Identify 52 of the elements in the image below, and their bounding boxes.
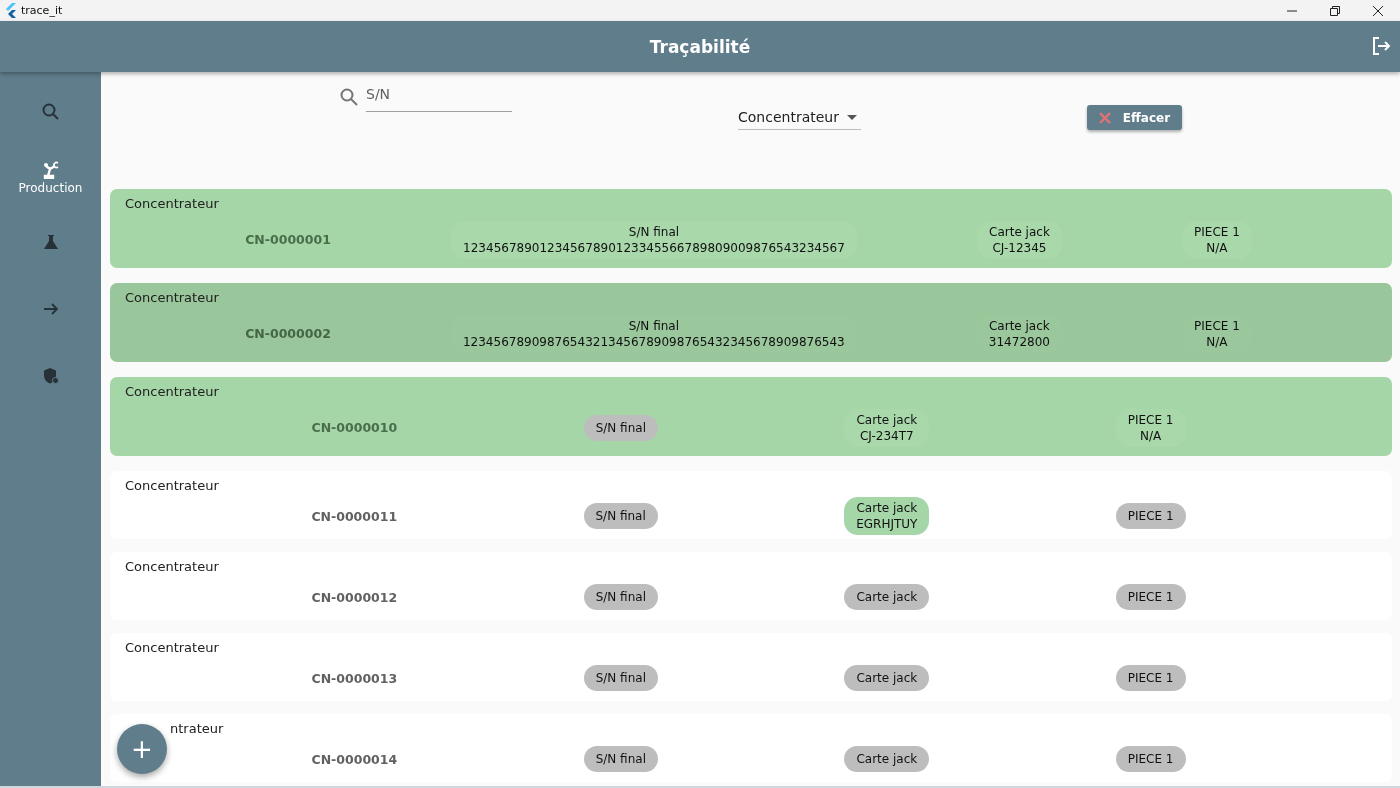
record-type: Concentrateur	[125, 640, 220, 655]
serial-number: CN-0000001	[245, 232, 331, 247]
part-chip[interactable]: S/N final	[583, 414, 658, 441]
record-type: Concentrateur	[125, 384, 220, 399]
restore-icon[interactable]	[1330, 5, 1340, 16]
serial-number: CN-0000013	[311, 670, 398, 686]
record-card[interactable]: Concentrateur CN-0000013 S/N final Carte jack PIECE 1	[110, 633, 1392, 701]
search-icon	[340, 88, 358, 106]
part-chip[interactable]: S/N final 12345678901234567890123345566789809009876543234567	[451, 220, 857, 259]
part-chip[interactable]: S/N final	[583, 584, 658, 610]
record-type: Concentrateur	[125, 559, 220, 574]
part-chip[interactable]: Carte jack	[844, 665, 930, 691]
app-title: Traçabilité	[649, 36, 751, 57]
part-chip[interactable]: PIECE 1 N/A	[1115, 408, 1186, 447]
record-type: Concentrateur	[125, 478, 220, 493]
serial-number: CN-0000011	[311, 508, 398, 524]
serial-number: CN-0000012	[311, 589, 398, 605]
type-dropdown[interactable]: Concentrateur	[738, 109, 861, 130]
record-card[interactable]: Concentrateur CN-0000011 S/N final Carte jack EGRHJTUY PIECE 1	[110, 471, 1392, 539]
serial-number: CN-0000010	[311, 420, 398, 435]
part-chip[interactable]: S/N final	[583, 665, 658, 691]
part-chip[interactable]: PIECE 1	[1115, 746, 1186, 772]
part-chip[interactable]: Carte jack CJ-12345	[977, 220, 1062, 259]
search-icon[interactable]	[40, 102, 61, 122]
part-chip[interactable]: PIECE 1	[1115, 503, 1186, 529]
part-chip[interactable]: PIECE 1 N/A	[1182, 220, 1252, 259]
logout-icon[interactable]	[1371, 36, 1391, 56]
record-type: Concentrateur	[125, 290, 220, 305]
record-card[interactable]: Concentrateur CN-0000001 S/N final 12345678901234567890123345566789809009876543234567 Carte jack CJ-12345 PIECE 1 N/A	[110, 189, 1392, 268]
record-type: Concentrateur	[125, 196, 220, 211]
part-chip[interactable]: Carte jack	[844, 584, 930, 610]
part-chip[interactable]: PIECE 1	[1115, 665, 1186, 691]
clear-button[interactable]: Effacer	[1086, 105, 1182, 130]
record-card[interactable]: Concentrateur CN-0000002 S/N final 12345678909876543213456789098765432345678909876543 Carte jack 31472800 PIECE 1 N/A	[110, 283, 1392, 362]
part-chip[interactable]: Carte jack EGRHJTUY	[844, 497, 930, 535]
record-type: ntrateur	[169, 721, 225, 736]
serial-number: CN-0000002	[245, 326, 331, 341]
part-chip[interactable]: S/N final	[583, 503, 658, 529]
part-chip[interactable]: Carte jack CJ-234T7	[844, 408, 930, 447]
caret-icon	[846, 114, 857, 120]
part-chip[interactable]: S/N final	[583, 746, 658, 772]
record-card[interactable]: Concentrateur CN-0000010 S/N final Carte jack CJ-234T7 PIECE 1 N/A	[110, 377, 1392, 456]
window-title: trace_it	[21, 4, 63, 17]
part-chip[interactable]: Carte jack	[844, 746, 930, 772]
serial-number: CN-0000014	[311, 751, 398, 767]
nav-label[interactable]: Production	[18, 181, 83, 195]
app-logo-icon	[5, 3, 17, 18]
part-chip[interactable]: PIECE 1	[1115, 584, 1186, 610]
record-card[interactable]: Concentrateur CN-0000012 S/N final Carte jack PIECE 1	[110, 552, 1392, 620]
search-field[interactable]: S/N	[366, 81, 512, 112]
close-icon	[1098, 111, 1111, 124]
close-icon[interactable]	[1373, 5, 1383, 16]
